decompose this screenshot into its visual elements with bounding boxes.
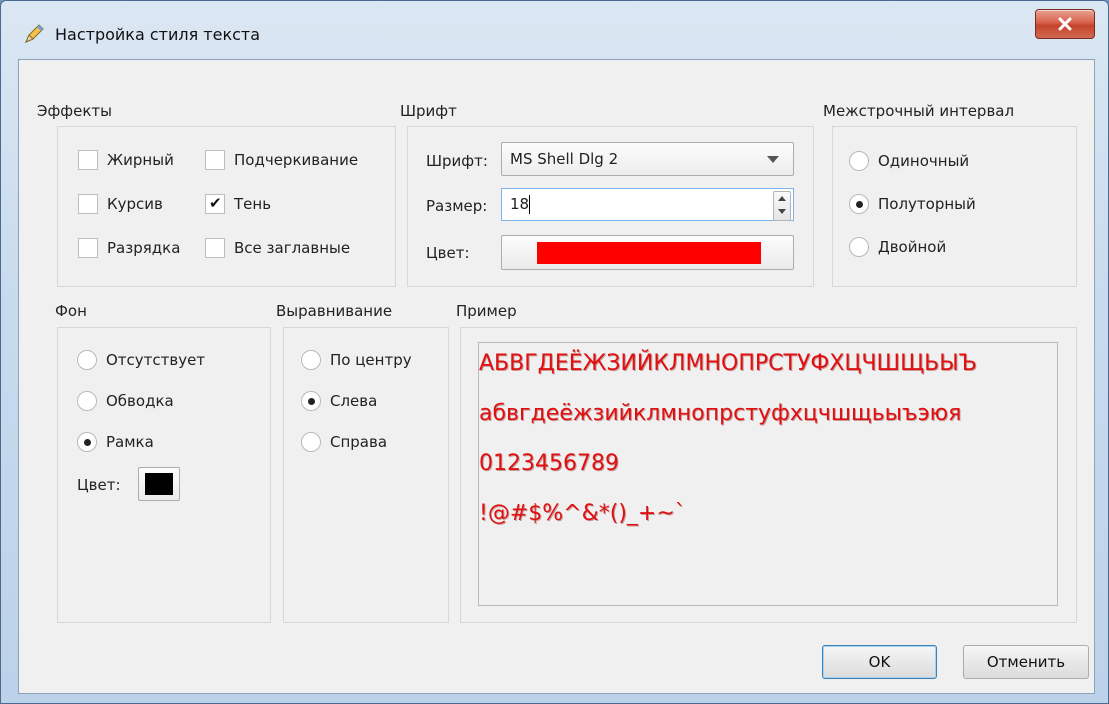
font-combobox-value: MS Shell Dlg 2 xyxy=(510,150,619,168)
radio-double[interactable]: Двойной xyxy=(849,235,946,259)
checkbox-underline[interactable]: Подчеркивание xyxy=(205,148,358,172)
size-value: 18 xyxy=(510,195,530,213)
preview-line-digits: 0123456789 xyxy=(479,451,619,476)
spin-up-icon[interactable] xyxy=(778,196,786,201)
font-combobox[interactable]: MS Shell Dlg 2 xyxy=(501,142,794,176)
checkbox-bold[interactable]: Жирный xyxy=(78,148,174,172)
preview-group-title: Пример xyxy=(456,302,517,320)
preview-line-uppercase: АБВГДЕЁЖЗИЙКЛМНОПРСТУФХЦЧШЩЬЫЪ xyxy=(479,351,977,376)
background-group-title: Фон xyxy=(55,302,87,320)
radio-label: Одиночный xyxy=(878,152,970,170)
radio-circle[interactable] xyxy=(849,237,869,257)
checkbox-box[interactable] xyxy=(78,194,98,214)
font-color-swatch xyxy=(537,242,761,264)
radio-left[interactable]: Слева xyxy=(301,389,377,413)
line-spacing-group-title: Межстрочный интервал xyxy=(823,102,1015,120)
text-caret xyxy=(529,195,530,214)
preview-line-symbols: !@#$%^&*()_+~` xyxy=(479,501,686,526)
checkbox-box[interactable] xyxy=(78,150,98,170)
radio-label: Двойной xyxy=(878,238,947,256)
radio-label: Обводка xyxy=(106,392,174,410)
radio-label: Полуторный xyxy=(878,195,976,213)
radio-circle[interactable] xyxy=(77,350,97,370)
checkbox-box-checked[interactable] xyxy=(205,194,225,214)
radio-circle-selected[interactable] xyxy=(301,391,321,411)
checkbox-box[interactable] xyxy=(205,238,225,258)
preview-line-lowercase: абвгдеёжзийклмнопрстуфхцчшщьыъэюя xyxy=(479,401,962,426)
font-label: Шрифт: xyxy=(426,152,488,170)
alignment-group-title: Выравнивание xyxy=(276,302,393,320)
checkbox-label: Разрядка xyxy=(107,239,181,257)
radio-outline[interactable]: Обводка xyxy=(77,389,174,413)
pencil-icon xyxy=(25,24,44,43)
checkbox-label: Курсив xyxy=(107,195,163,213)
radio-none[interactable]: Отсутствует xyxy=(77,348,205,372)
radio-center[interactable]: По центру xyxy=(301,348,412,372)
background-color-label: Цвет: xyxy=(77,476,121,494)
cancel-button[interactable]: Отменить xyxy=(963,645,1089,679)
checkbox-all-caps[interactable]: Все заглавные xyxy=(205,236,350,260)
close-button[interactable] xyxy=(1035,9,1095,39)
title-bar: Настройка стиля текста xyxy=(1,1,1108,59)
radio-frame[interactable]: Рамка xyxy=(77,430,154,454)
window-title: Настройка стиля текста xyxy=(55,25,261,44)
checkbox-shadow[interactable]: Тень xyxy=(205,192,271,216)
checkbox-italic[interactable]: Курсив xyxy=(78,192,163,216)
background-color-button[interactable] xyxy=(138,467,180,501)
size-spinbox[interactable]: 18 xyxy=(501,188,794,221)
font-color-label: Цвет: xyxy=(426,244,470,262)
checkbox-label: Подчеркивание xyxy=(234,151,359,169)
effects-group-title: Эффекты xyxy=(37,102,112,120)
chevron-down-icon xyxy=(767,156,779,163)
spin-buttons[interactable] xyxy=(773,191,791,221)
checkbox-box[interactable] xyxy=(78,238,98,258)
checkbox-box[interactable] xyxy=(205,150,225,170)
radio-circle[interactable] xyxy=(77,391,97,411)
checkbox-spacing[interactable]: Разрядка xyxy=(78,236,180,260)
size-label: Размер: xyxy=(426,197,488,215)
close-x-icon xyxy=(1058,17,1072,31)
font-color-button[interactable] xyxy=(501,235,794,270)
font-group-title: Шрифт xyxy=(400,102,457,120)
ok-button[interactable]: OK xyxy=(822,645,937,679)
radio-label: Рамка xyxy=(106,433,154,451)
radio-label: Отсутствует xyxy=(106,351,206,369)
radio-one-and-half[interactable]: Полуторный xyxy=(849,192,976,216)
radio-label: По центру xyxy=(330,351,412,369)
radio-circle[interactable] xyxy=(849,151,869,171)
radio-single[interactable]: Одиночный xyxy=(849,149,969,173)
radio-circle[interactable] xyxy=(301,350,321,370)
checkbox-label: Тень xyxy=(234,195,272,213)
radio-right[interactable]: Справа xyxy=(301,430,387,454)
radio-label: Справа xyxy=(330,433,388,451)
spin-down-icon[interactable] xyxy=(778,209,786,214)
preview-area: АБВГДЕЁЖЗИЙКЛМНОПРСТУФХЦЧШЩЬЫЪ абвгдеёжз… xyxy=(478,342,1058,606)
checkbox-label: Жирный xyxy=(107,151,174,169)
background-color-swatch xyxy=(145,473,173,495)
radio-label: Слева xyxy=(330,392,378,410)
radio-circle[interactable] xyxy=(301,432,321,452)
checkbox-label: Все заглавные xyxy=(234,239,351,257)
dialog-client-area: Эффекты Жирный Подчеркивание Курсив Тень… xyxy=(18,59,1095,694)
radio-circle-selected[interactable] xyxy=(77,432,97,452)
radio-circle-selected[interactable] xyxy=(849,194,869,214)
dialog-window: Настройка стиля текста Эффекты Жирный По… xyxy=(0,0,1109,704)
